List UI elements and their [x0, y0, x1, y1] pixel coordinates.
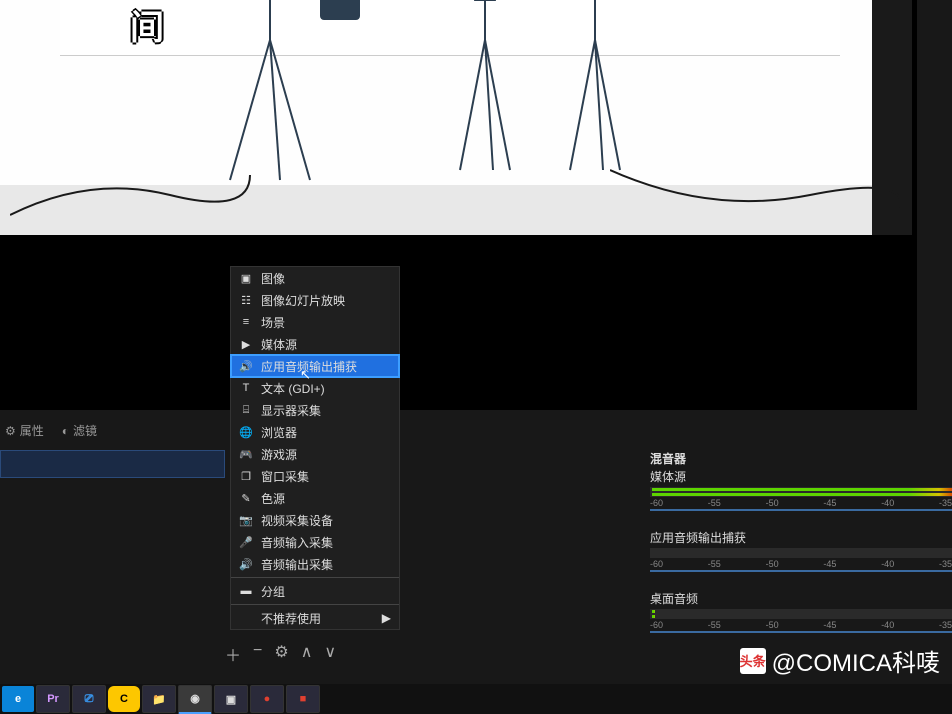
menu-item[interactable]: ✎ 色源 [231, 487, 399, 509]
audio-mixer: 媒体源 -60-55-50-45-40-35 应用音频输出捕获 -60-55-50-4… [650, 468, 952, 651]
menu-item[interactable]: ≡ 场景 [231, 311, 399, 333]
move-down-button[interactable]: ∨ [324, 642, 336, 666]
menu-item[interactable]: ⌸ 显示器采集 [231, 399, 399, 421]
track-name: 应用音频输出捕获 [650, 529, 952, 546]
softbox-left [445, 0, 535, 180]
overlay-text: 间 [130, 0, 164, 49]
menu-item[interactable]: 🌐 浏览器 [231, 421, 399, 443]
volume-slider[interactable] [650, 570, 952, 572]
properties-button[interactable]: ⚙ 属性 [5, 422, 44, 439]
softbox-right [555, 0, 645, 180]
watermark: 头条 @COMICA科唛 [740, 643, 940, 678]
menu-label: 浏览器 [261, 424, 297, 441]
menu-item[interactable]: ☷ 图像幻灯片放映 [231, 289, 399, 311]
menu-icon: 🔊 [239, 360, 253, 373]
audio-meter [650, 548, 952, 558]
menu-icon: ⌸ [239, 404, 253, 417]
menu-item[interactable]: ▣ 图像 [231, 267, 399, 289]
sources-toolbar: ＋ − ⚙ ∧ ∨ [225, 642, 336, 666]
menu-label: 窗口采集 [261, 468, 309, 485]
menu-icon: ❐ [239, 470, 253, 483]
menu-item-group[interactable]: ▬分组 [231, 580, 399, 602]
taskbar-edge-icon[interactable]: e [2, 686, 34, 712]
watermark-handle: @COMICA科唛 [772, 643, 940, 678]
gear-icon: ⚙ [5, 424, 16, 438]
menu-icon: T [239, 382, 253, 394]
taskbar-todesk-icon[interactable]: ⎚ [72, 685, 106, 713]
menu-item[interactable]: 🔊应用音频输出捕获 [231, 355, 399, 377]
cable-left [10, 165, 260, 225]
menu-icon: ▶ [239, 338, 253, 351]
taskbar-premiere-icon[interactable]: Pr [36, 685, 70, 713]
taskbar-obs-icon[interactable]: ◉ [178, 685, 212, 714]
source-settings-button[interactable]: ⚙ [274, 642, 288, 666]
mixer-track: 媒体源 -60-55-50-45-40-35 [650, 468, 952, 511]
mixer-track: 应用音频输出捕获 -60-55-50-45-40-35 [650, 529, 952, 572]
track-name: 媒体源 [650, 468, 952, 485]
menu-item[interactable]: 📷 视频采集设备 [231, 509, 399, 531]
menu-label: 显示器采集 [261, 402, 321, 419]
menu-label: 图像 [261, 270, 285, 287]
menu-label: 视频采集设备 [261, 512, 333, 529]
person-graphic [310, 0, 370, 50]
add-source-button[interactable]: ＋ [225, 642, 241, 666]
watermark-logo: 头条 [740, 648, 766, 674]
sources-panel [0, 450, 225, 620]
meter-scale: -60-55-50-45-40-35 [650, 559, 952, 569]
remove-source-button[interactable]: − [253, 642, 262, 666]
submenu-arrow-icon: ▶ [382, 611, 391, 625]
audio-meter [650, 487, 952, 497]
menu-item[interactable]: ❐ 窗口采集 [231, 465, 399, 487]
menu-item[interactable]: 🎮 游戏源 [231, 443, 399, 465]
menu-label: 音频输出采集 [261, 556, 333, 573]
taskbar: ePr⎚C📁◉▣●■ [0, 684, 952, 714]
volume-slider[interactable] [650, 509, 952, 511]
meter-scale: -60-55-50-45-40-35 [650, 498, 952, 508]
menu-icon: 🔊 [239, 558, 253, 571]
menu-label: 音频输入采集 [261, 534, 333, 551]
menu-label: 媒体源 [261, 336, 297, 353]
audio-meter [650, 609, 952, 619]
cable-right [610, 165, 900, 225]
add-source-menu: ▣ 图像 ☷ 图像幻灯片放映 ≡ 场景 ▶ 媒体源 🔊应用音频输出捕获 T 文本 (GDI+) ⌸ 显示… [230, 266, 400, 630]
menu-label: 色源 [261, 490, 285, 507]
menu-label: 游戏源 [261, 446, 297, 463]
volume-slider[interactable] [650, 631, 952, 633]
menu-icon: 🎮 [239, 448, 253, 461]
meter-scale: -60-55-50-45-40-35 [650, 620, 952, 630]
menu-icon: ✎ [239, 492, 253, 505]
menu-icon: 🎤 [239, 536, 253, 549]
filters-button[interactable]: ◐ 滤镜 [62, 422, 97, 439]
menu-icon: 📷 [239, 514, 253, 527]
preview-panel: 间 [0, 0, 917, 410]
taskbar-app2-icon[interactable]: ▣ [214, 685, 248, 713]
taskbar-red1-icon[interactable]: ● [250, 685, 284, 713]
taskbar-red2-icon[interactable]: ■ [286, 685, 320, 713]
filter-icon: ◐ [62, 424, 69, 438]
menu-item[interactable]: T 文本 (GDI+) [231, 377, 399, 399]
menu-item[interactable]: ▶ 媒体源 [231, 333, 399, 355]
menu-label: 图像幻灯片放映 [261, 292, 345, 309]
taskbar-folder-icon[interactable]: 📁 [142, 685, 176, 713]
menu-label: 场景 [261, 314, 285, 331]
menu-item[interactable]: 🎤 音频输入采集 [231, 531, 399, 553]
properties-toolbar: ⚙ 属性 ◐ 滤镜 [5, 422, 97, 439]
menu-item[interactable]: 🔊 音频输出采集 [231, 553, 399, 575]
source-row[interactable] [0, 450, 225, 478]
menu-icon: ▣ [239, 272, 253, 285]
menu-label: 文本 (GDI+) [261, 380, 325, 397]
folder-icon: ▬ [239, 585, 253, 597]
taskbar-chrome-icon[interactable]: C [108, 686, 140, 712]
mixer-title: 混音器 [650, 450, 686, 467]
cursor-icon: ↖ [300, 367, 311, 383]
mixer-track: 桌面音频 -60-55-50-45-40-35 [650, 590, 952, 633]
menu-icon: 🌐 [239, 426, 253, 439]
move-up-button[interactable]: ∧ [301, 642, 313, 666]
track-name: 桌面音频 [650, 590, 952, 607]
menu-icon: ☷ [239, 294, 253, 307]
menu-icon: ≡ [239, 316, 253, 328]
menu-item-deprecated[interactable]: 不推荐使用▶ [231, 607, 399, 629]
preview-canvas[interactable]: 间 [0, 0, 912, 235]
